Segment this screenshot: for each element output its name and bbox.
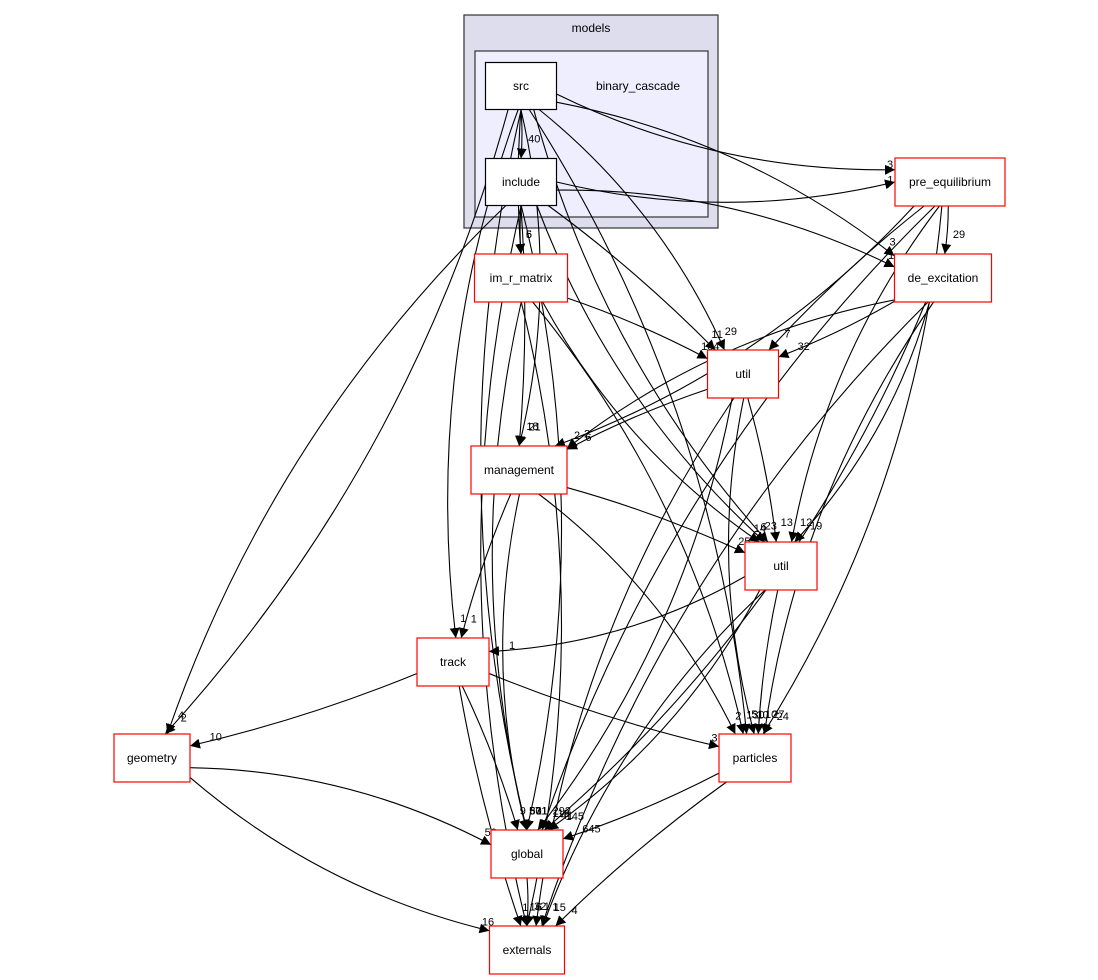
edge-de_excitation-util1[interactable] [778,300,895,359]
node-im_r_matrix[interactable]: im_r_matrix [473,253,569,303]
node-label[interactable]: util [773,559,788,573]
cluster-binary-cascade-label: binary_cascade [596,79,680,93]
cluster-models-label: models [572,21,611,35]
node-util2[interactable]: util [744,541,818,591]
edge-label[interactable]: 29 [953,229,965,241]
edge-label[interactable]: 11 [711,329,722,341]
node-label[interactable]: particles [733,751,778,765]
edge-pre_equilibrium-de_excitation[interactable] [941,205,952,255]
edge-management-global[interactable] [502,493,529,831]
edge-label[interactable]: 32 [798,341,810,353]
node-label[interactable]: util [735,367,750,381]
node-track[interactable]: track [416,637,490,687]
edge-label[interactable]: 40 [528,134,540,146]
edge-geometry-global[interactable] [189,767,492,846]
edge-label[interactable]: 57 [529,805,541,817]
edge-label[interactable]: 645 [582,823,600,835]
node-global[interactable]: global [490,829,564,879]
edge-label[interactable]: 3 [887,159,893,171]
node-geometry[interactable]: geometry [113,733,191,783]
edge-label[interactable]: 15 [554,902,566,914]
edge-label[interactable]: 145 [566,811,584,823]
edge-label[interactable]: 32 [534,901,546,913]
node-label[interactable]: src [513,79,529,93]
node-src[interactable]: src [484,61,558,111]
edge-im_r_matrix-util1[interactable] [567,297,708,360]
edge-label[interactable]: 1 [888,250,894,262]
node-util1[interactable]: util [706,349,780,399]
edge-label[interactable]: 4 [178,710,184,722]
edge-track-global[interactable] [461,685,520,831]
edge-track-particles[interactable] [488,672,720,750]
node-label[interactable]: externals [503,943,552,957]
node-label[interactable]: management [484,463,555,477]
node-label[interactable]: im_r_matrix [490,271,553,285]
edge-label[interactable]: 4 [571,905,577,917]
edge-label[interactable]: 1 [471,613,477,625]
edge-label[interactable]: 13 [781,517,793,529]
node-label[interactable]: de_excitation [908,271,979,285]
edge-label[interactable]: 7 [784,329,790,341]
edge-label[interactable]: 14 [754,523,766,535]
edge-label[interactable]: 6 [585,432,591,444]
edge-label[interactable]: 3 [711,732,717,744]
edge-particles-externals[interactable] [555,781,727,927]
node-externals[interactable]: externals [488,925,566,975]
node-include[interactable]: include [484,157,558,207]
edge-label[interactable]: 10 [765,709,777,721]
edge-label[interactable]: 29 [725,326,737,338]
edge-label[interactable]: 2 [735,710,741,722]
node-label[interactable]: geometry [127,751,177,765]
node-label[interactable]: global [511,847,543,861]
edge-label[interactable]: 9 [520,806,526,818]
node-label[interactable]: track [440,655,467,669]
node-particles[interactable]: particles [718,733,792,783]
node-management[interactable]: management [470,445,568,495]
node-pre_equilibrium[interactable]: pre_equilibrium [894,157,1006,207]
edge-management-util2[interactable] [566,487,746,554]
edge-label[interactable]: 10 [210,732,222,744]
node-label[interactable]: pre_equilibrium [909,175,991,189]
directory-dependency-graph: models binary_cascade 403352923211260511… [113,14,1006,975]
node-de_excitation[interactable]: de_excitation [893,253,993,303]
edge-label[interactable]: 1 [509,640,515,652]
edge-track-geometry[interactable] [189,672,418,749]
edge-im_r_matrix-global[interactable] [491,301,530,831]
edge-label[interactable]: 1 [887,174,893,186]
edge-label[interactable]: 18 [526,421,538,433]
node-label[interactable]: include [502,175,540,189]
edge-geometry-externals[interactable] [189,777,490,934]
